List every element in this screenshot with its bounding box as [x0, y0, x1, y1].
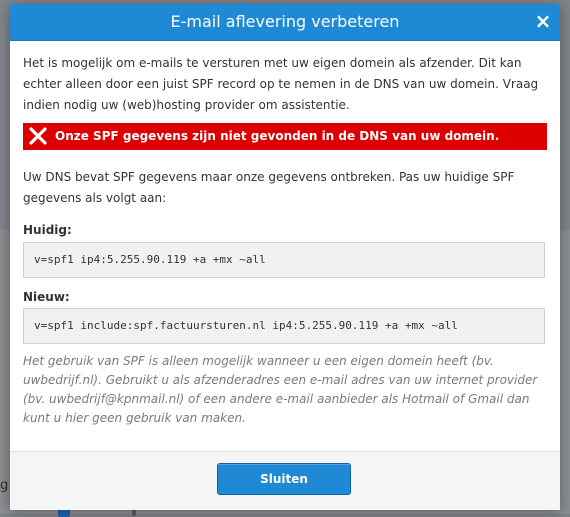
- intro-text: Het is mogelijk om e-mails te versturen …: [23, 56, 539, 112]
- dialog-footer: Sluiten: [10, 451, 560, 510]
- error-alert: Onze SPF gegevens zijn niet gevonden in …: [23, 123, 547, 150]
- close-icon[interactable]: ×: [532, 10, 554, 32]
- description-text: Uw DNS bevat SPF gegevens maar onze gege…: [23, 170, 515, 205]
- note-text: Het gebruik van SPF is alleen mogelijk w…: [23, 354, 538, 425]
- x-icon: [29, 127, 47, 145]
- current-spf-label: Huidig:: [23, 223, 72, 237]
- alert-text: Onze SPF gegevens zijn niet gevonden in …: [55, 129, 500, 143]
- dialog-header: E-mail aflevering verbeteren ×: [10, 4, 560, 41]
- new-spf-label: Nieuw:: [23, 290, 70, 304]
- new-spf-text: v=spf1 include:spf.factuursturen.nl ip4:…: [34, 319, 458, 332]
- dialog-title: E-mail aflevering verbeteren: [170, 12, 400, 31]
- email-delivery-dialog: E-mail aflevering verbeteren × Het is mo…: [10, 4, 560, 510]
- current-spf-value[interactable]: v=spf1 ip4:5.255.90.119 +a +mx ~all: [23, 242, 545, 278]
- background-text: g: [0, 478, 9, 493]
- close-button[interactable]: Sluiten: [217, 463, 351, 495]
- new-spf-value[interactable]: v=spf1 include:spf.factuursturen.nl ip4:…: [23, 308, 545, 344]
- current-spf-text: v=spf1 ip4:5.255.90.119 +a +mx ~all: [34, 253, 266, 266]
